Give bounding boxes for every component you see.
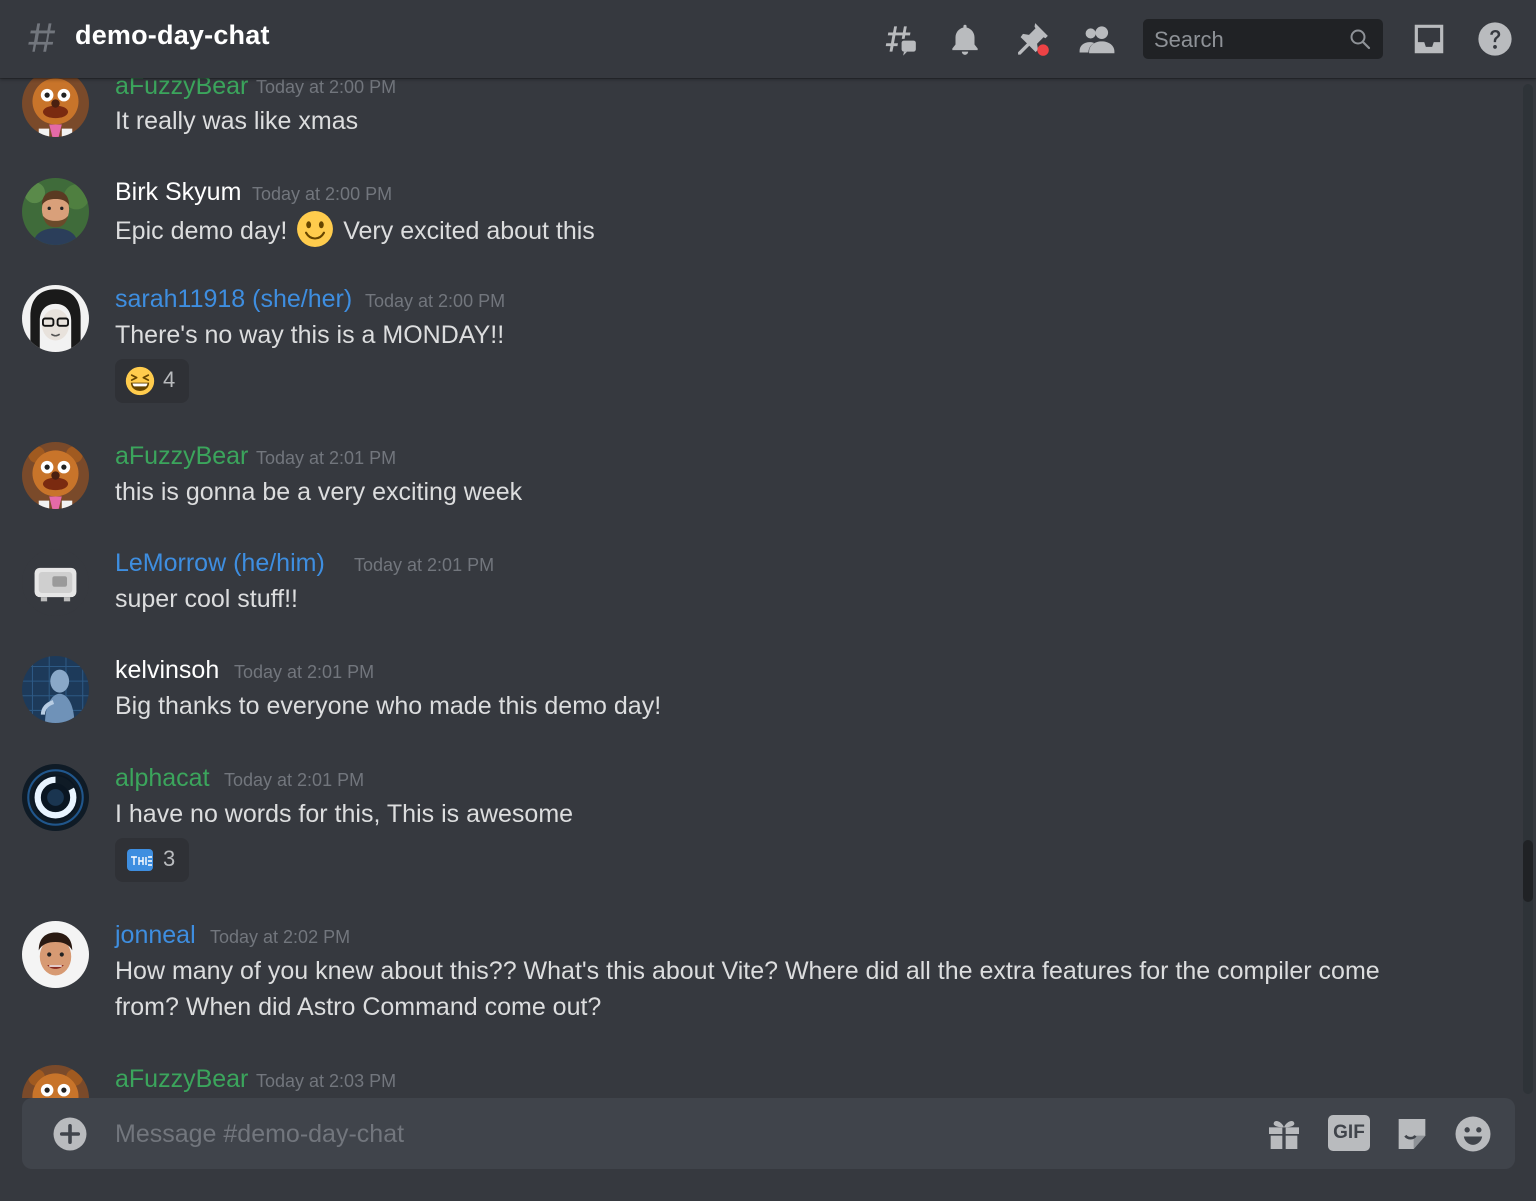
scrollbar-thumb[interactable] [1523,840,1533,902]
reaction-pill[interactable]: 3 [115,838,189,882]
message-input[interactable] [115,1116,1215,1152]
avatar-afuzzybear[interactable] [22,442,89,509]
sticker-icon[interactable] [1392,1114,1432,1154]
hash-icon [28,23,56,52]
timestamp: Today at 2:01 PM [354,555,495,575]
username[interactable]: alphacat [115,764,210,793]
username[interactable]: LeMorrow (he/him) [115,549,325,578]
message-text-part: Epic demo day! [115,217,288,245]
custom-this-emoji [127,849,153,871]
scrollbar-track[interactable] [1523,84,1533,1094]
message-list[interactable]: aFuzzyBear Today at 2:00 PM It really wa… [0,78,1520,1098]
avatar-afuzzybear[interactable] [22,78,89,137]
message-composer: GIF [22,1098,1515,1169]
reaction-pill[interactable]: 4 [115,359,189,403]
plus-icon[interactable] [52,1116,88,1152]
timestamp: Today at 2:02 PM [210,927,351,947]
username[interactable]: aFuzzyBear [115,1065,248,1094]
username[interactable]: aFuzzyBear [115,78,248,101]
members-icon[interactable] [1078,20,1116,58]
bell-icon[interactable] [946,20,984,58]
threads-icon[interactable] [881,20,919,58]
message-text: super cool stuff!! [115,585,298,613]
timestamp: Today at 2:00 PM [256,78,397,97]
grinning-squinting-face-emoji [125,366,155,396]
search-bar[interactable]: Search [1143,19,1383,59]
message-text: It really was like xmas [115,107,359,135]
message-text: I have no words for this, This is awesom… [115,800,574,828]
help-icon[interactable] [1476,20,1514,58]
timestamp: Today at 2:00 PM [365,291,506,311]
avatar-afuzzybear[interactable] [22,1065,89,1098]
timestamp: Today at 2:00 PM [252,184,393,204]
username[interactable]: sarah11918 (she/her) [115,285,352,314]
timestamp: Today at 2:03 PM [256,1071,397,1091]
emoji-icon[interactable] [1453,1114,1493,1154]
avatar-sarah11918[interactable] [22,285,89,352]
timestamp: Today at 2:01 PM [224,770,365,790]
timestamp: Today at 2:01 PM [234,662,375,682]
username[interactable]: Birk Skyum [115,178,241,207]
avatar-lemorrow[interactable] [22,549,89,616]
message-text: How many of you knew about this?? What's… [115,957,1380,1021]
gif-icon[interactable]: GIF [1328,1115,1370,1151]
channel-header: demo-day-chat Search [0,0,1536,78]
avatar-jonneal[interactable] [22,921,89,988]
channel-name: demo-day-chat [75,20,270,50]
message-text-part: Very excited about this [343,217,595,245]
username[interactable]: aFuzzyBear [115,442,248,471]
message-text: Big thanks to everyone who made this dem… [115,692,662,720]
inbox-icon[interactable] [1410,20,1448,58]
avatar-alphacat[interactable] [22,764,89,831]
pin-icon[interactable] [1013,20,1051,58]
message-text: this is gonna be a very exciting week [115,478,523,506]
gif-label: GIF [1333,1122,1365,1143]
gift-icon[interactable] [1264,1114,1304,1154]
slightly-smiling-face-emoji[interactable] [296,210,334,248]
avatar-kelvinsoh[interactable] [22,656,89,723]
message-text: Epic demo day! Very excited about this [115,210,595,249]
search-placeholder: Search [1154,27,1224,52]
avatar-birk-skyum[interactable] [22,178,89,245]
timestamp: Today at 2:01 PM [256,448,397,468]
username[interactable]: kelvinsoh [115,656,219,685]
reaction-count: 3 [163,846,176,871]
search-icon [1350,29,1371,50]
message-text: There's no way this is a MONDAY!! [115,321,505,349]
username[interactable]: jonneal [115,921,196,950]
reaction-count: 4 [163,367,176,392]
